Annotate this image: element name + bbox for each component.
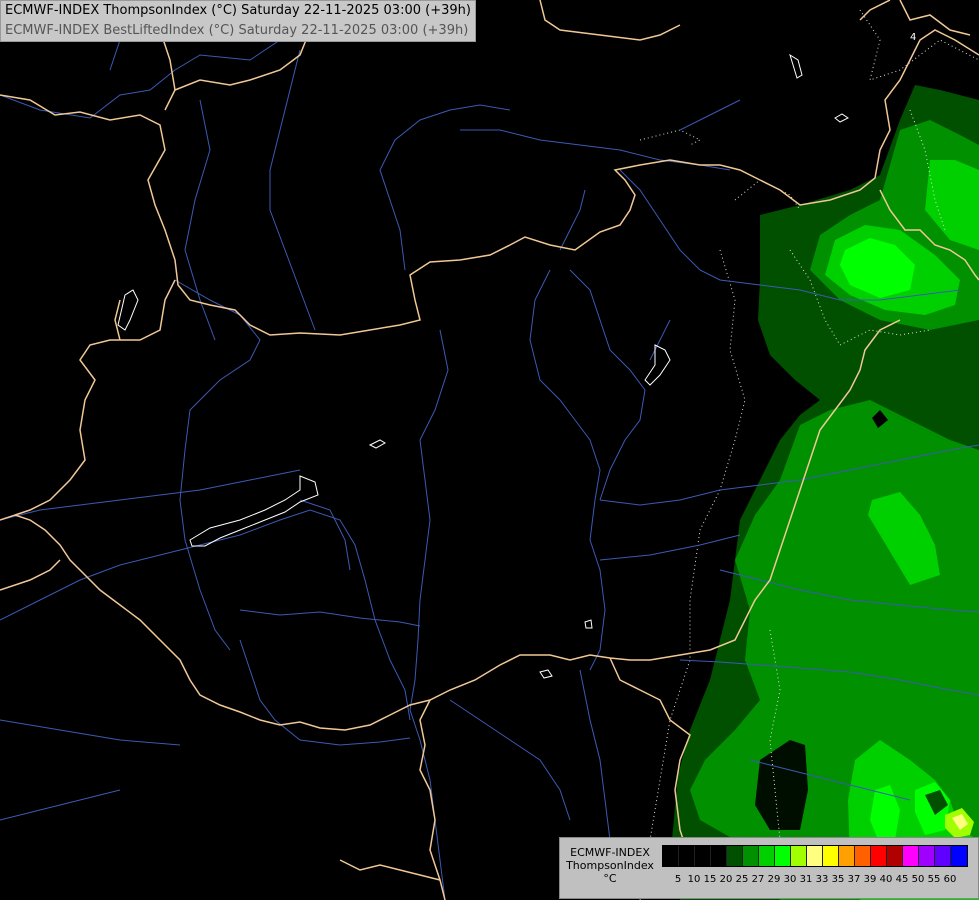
legend-tick-label: 39	[863, 874, 877, 885]
title-box: ECMWF-INDEX ThompsonIndex (°C) Saturday …	[0, 0, 476, 42]
legend-swatch	[711, 846, 727, 866]
legend-tick-label: 30	[783, 874, 797, 885]
legend-tick-label: 29	[767, 874, 781, 885]
legend-tick-label: 40	[879, 874, 893, 885]
legend-tick-label: 31	[799, 874, 813, 885]
title-best-lifted-index: ECMWF-INDEX BestLiftedIndex (°C) Saturda…	[5, 23, 469, 38]
legend-swatch	[759, 846, 775, 866]
legend-tick-label: 60	[943, 874, 957, 885]
contour-label: 4	[910, 32, 916, 43]
legend-swatch	[743, 846, 759, 866]
legend-swatch	[695, 846, 711, 866]
legend-swatch	[871, 846, 887, 866]
legend-tick-label: 33	[815, 874, 829, 885]
legend-tick-label: 35	[831, 874, 845, 885]
legend-unit: °C	[603, 872, 617, 885]
legend-swatch	[903, 846, 919, 866]
legend-tick-label: 27	[751, 874, 765, 885]
weather-map: 4	[0, 0, 979, 900]
legend-tick-label: 45	[895, 874, 909, 885]
legend-model: ECMWF-INDEX	[570, 846, 650, 859]
legend-tick-label: 5	[674, 874, 682, 885]
legend-swatch	[727, 846, 743, 866]
legend-title: ECMWF-INDEX ThompsonIndex °C	[562, 846, 658, 885]
legend-swatch	[951, 846, 967, 866]
legend-tick-label: 55	[927, 874, 941, 885]
legend-swatch	[791, 846, 807, 866]
legend-swatch	[807, 846, 823, 866]
legend-swatch	[823, 846, 839, 866]
legend-tick-label: 25	[735, 874, 749, 885]
legend-swatch	[935, 846, 951, 866]
legend-tick-labels: 5 10 15 20 25 27 29 30 31 33 35 37 39 40 45 50 55 60	[670, 874, 958, 885]
legend-swatch	[855, 846, 871, 866]
legend-swatch	[919, 846, 935, 866]
legend-color-bar	[662, 845, 968, 867]
legend-tick-label: 37	[847, 874, 861, 885]
color-legend: ECMWF-INDEX ThompsonIndex °C 5 10 15 20 25 27…	[559, 837, 979, 899]
legend-swatch	[663, 846, 679, 866]
legend-swatch	[839, 846, 855, 866]
legend-tick-label: 15	[703, 874, 717, 885]
title-thompson-index: ECMWF-INDEX ThompsonIndex (°C) Saturday …	[5, 3, 471, 18]
legend-swatch	[679, 846, 695, 866]
legend-tick-label: 50	[911, 874, 925, 885]
legend-swatch	[887, 846, 903, 866]
legend-swatch	[775, 846, 791, 866]
legend-parameter: ThompsonIndex	[566, 859, 654, 872]
legend-tick-label: 10	[687, 874, 701, 885]
legend-tick-label: 20	[719, 874, 733, 885]
